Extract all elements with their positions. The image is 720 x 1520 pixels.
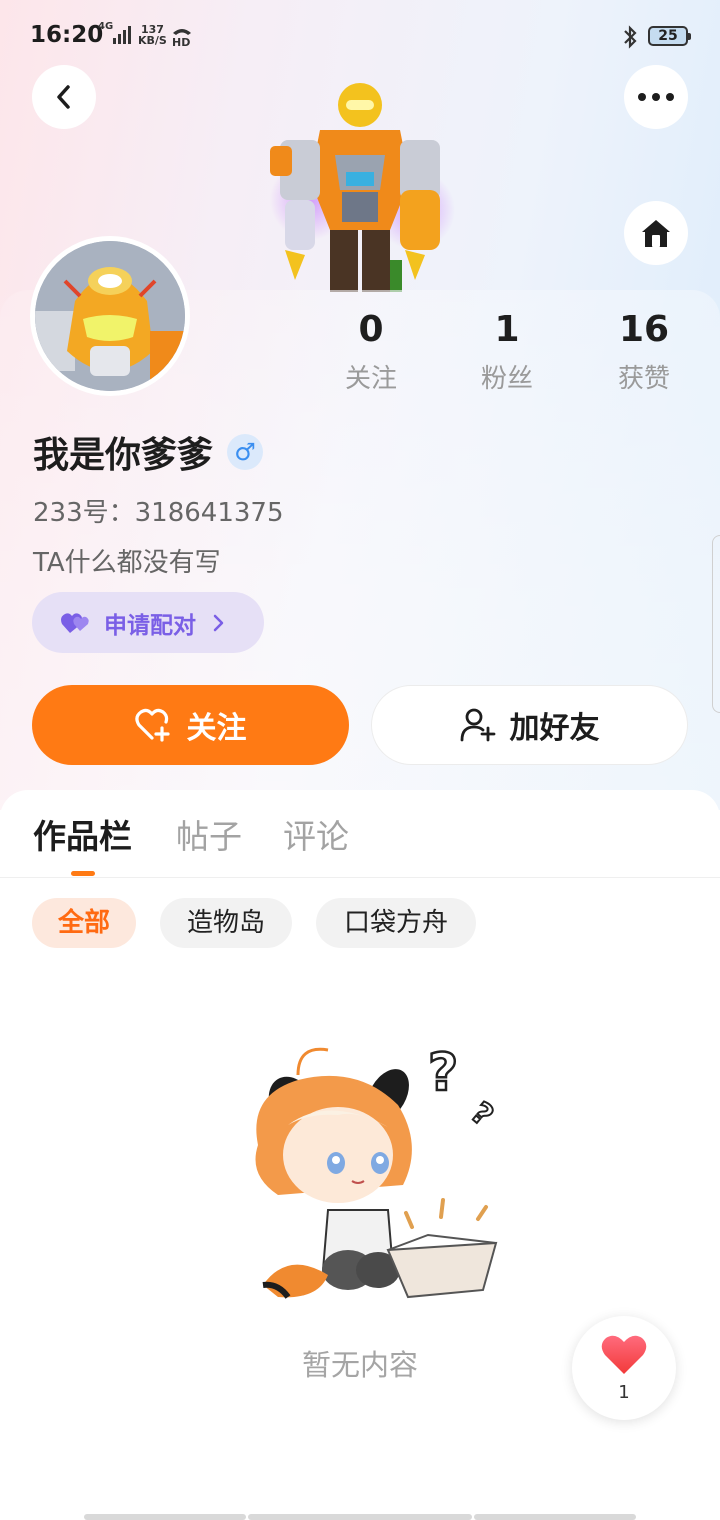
more-options-button[interactable]: [624, 65, 688, 129]
likes-count: 16: [618, 309, 670, 350]
pair-request-label: 申请配对: [104, 612, 196, 639]
fans-label: 粉丝: [480, 364, 533, 394]
robot-avatar-icon: [35, 241, 185, 391]
filter-chip-pocket-ark[interactable]: 口袋方舟: [316, 898, 476, 948]
signal-icon: [113, 26, 131, 44]
network-type: 4G: [98, 21, 114, 32]
avatar-image: [35, 241, 185, 391]
network-speed: 137 KB/S: [138, 24, 167, 46]
profile-uid: 233号：318641375: [33, 498, 284, 528]
add-friend-button[interactable]: 加好友: [371, 685, 688, 765]
svg-text:HD: HD: [172, 36, 190, 47]
back-button[interactable]: [32, 65, 96, 129]
floating-like-button[interactable]: 1: [572, 1316, 676, 1420]
heart-icon: [601, 1335, 647, 1374]
content-tabs: 作品栏 帖子 评论: [0, 810, 720, 878]
tab-works[interactable]: 作品栏: [33, 810, 132, 858]
pair-request-button[interactable]: 申请配对: [32, 592, 264, 653]
bottom-scroll-bar: [474, 1514, 636, 1520]
add-friend-label: 加好友: [509, 711, 600, 746]
status-time: 16:20: [30, 22, 104, 48]
stat-following[interactable]: 0 关注: [316, 308, 426, 395]
profile-name: 我是你爹爹: [33, 435, 214, 476]
like-count: 1: [618, 1382, 630, 1403]
profile-bio: TA什么都没有写: [33, 548, 221, 578]
bluetooth-icon: [624, 25, 637, 49]
avatar[interactable]: [30, 236, 190, 396]
active-tab-indicator: [71, 871, 95, 876]
svg-text:?: ?: [428, 1043, 458, 1103]
chevron-left-icon: [57, 85, 70, 109]
fans-count: 1: [494, 309, 520, 350]
svg-text:?: ?: [464, 1096, 500, 1134]
speed-unit: KB/S: [138, 34, 167, 47]
home-button[interactable]: [624, 201, 688, 265]
add-user-icon: [460, 708, 495, 742]
bottom-scroll-bar: [84, 1514, 246, 1520]
home-icon: [642, 220, 670, 247]
stat-fans[interactable]: 1 粉丝: [452, 308, 562, 395]
follow-label: 关注: [186, 711, 247, 746]
chevron-right-icon: [213, 614, 224, 631]
double-heart-icon: [61, 612, 89, 633]
following-count: 0: [358, 309, 384, 350]
empty-state-illustration: ? ?: [255, 1042, 501, 1299]
tab-divider: [0, 877, 720, 878]
heart-plus-icon: [134, 708, 170, 742]
bottom-scroll-bar: [248, 1514, 472, 1520]
likes-label: 获赞: [617, 364, 670, 394]
following-label: 关注: [344, 364, 397, 394]
filter-chip-all[interactable]: 全部: [32, 898, 136, 948]
character-model-image: [270, 83, 455, 292]
follow-button[interactable]: 关注: [32, 685, 349, 765]
filter-chip-creation-island[interactable]: 造物岛: [160, 898, 292, 948]
side-drawer-handle[interactable]: [712, 535, 720, 713]
name-row: 我是你爹爹 ♂: [33, 430, 264, 476]
hd-call-icon: HD: [172, 29, 191, 47]
stat-likes[interactable]: 16 获赞: [589, 308, 699, 395]
tab-comments[interactable]: 评论: [283, 810, 349, 858]
battery-indicator: 25: [648, 26, 691, 46]
tab-posts[interactable]: 帖子: [176, 810, 242, 858]
male-gender-icon: ♂: [227, 434, 264, 470]
more-dots-icon: [638, 93, 674, 101]
